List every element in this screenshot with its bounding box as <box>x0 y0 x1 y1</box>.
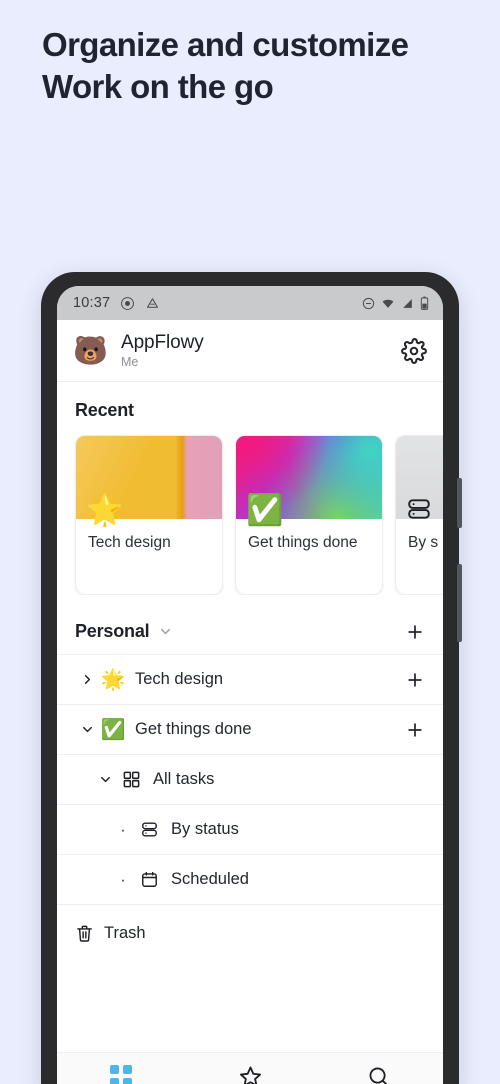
personal-section-header[interactable]: Personal <box>57 595 443 654</box>
battery-icon <box>420 296 429 310</box>
tree-item-label: Scheduled <box>171 870 249 888</box>
board-icon <box>406 496 432 522</box>
chevron-down-icon[interactable] <box>93 772 117 787</box>
app-title: AppFlowy <box>121 332 204 353</box>
status-bar-right <box>362 296 429 310</box>
grid-icon <box>110 1065 133 1084</box>
app-header: 🐻 AppFlowy Me <box>57 320 443 382</box>
add-subpage-button[interactable] <box>405 670 425 690</box>
search-icon <box>367 1065 390 1084</box>
calendar-icon <box>135 870 163 889</box>
nav-item-favorites[interactable] <box>186 1065 315 1084</box>
add-page-button[interactable] <box>405 622 425 642</box>
card-label: Get things done <box>248 534 358 551</box>
tree-item-label: By status <box>171 820 239 838</box>
status-bar-clock: 10:37 <box>73 295 111 311</box>
tree-item-all-tasks[interactable]: All tasks <box>57 755 443 805</box>
card-label: Tech design <box>88 534 171 551</box>
trash-icon <box>75 924 94 943</box>
app-subtitle: Me <box>121 355 139 369</box>
phone-screen: 10:37 🐻 AppFlowy Me Recent 🌟 Tech design… <box>57 286 443 1084</box>
headline-line-2: Work on the go <box>42 67 274 105</box>
phone-side-button-volume[interactable] <box>457 478 462 528</box>
avatar[interactable]: 🐻 <box>73 334 108 368</box>
personal-heading: Personal <box>75 621 150 641</box>
sidebar-item-trash[interactable]: Trash <box>57 905 443 961</box>
chevron-down-icon[interactable] <box>158 624 173 639</box>
tree-item-tech-design[interactable]: 🌟 Tech design <box>57 655 443 705</box>
signal-icon <box>401 297 414 310</box>
add-subpage-button[interactable] <box>405 720 425 740</box>
recent-heading: Recent <box>75 400 134 420</box>
recent-card-list[interactable]: 🌟 Tech design ✅ Get things done By s <box>57 421 443 595</box>
do-not-disturb-icon <box>362 297 375 310</box>
board-icon <box>135 820 163 839</box>
nav-item-search[interactable] <box>314 1065 443 1084</box>
status-bar: 10:37 <box>57 286 443 320</box>
recent-card-tech-design[interactable]: 🌟 Tech design <box>75 435 223 595</box>
chevron-down-icon[interactable] <box>75 722 99 737</box>
app-identity[interactable]: AppFlowy Me <box>121 332 204 369</box>
phone-side-button-power[interactable] <box>457 564 462 642</box>
tree-item-label: Get things done <box>135 720 252 738</box>
tree-item-by-status[interactable]: · By status <box>57 805 443 855</box>
chevron-right-icon[interactable] <box>75 672 99 687</box>
card-emoji: ✅ <box>246 494 284 527</box>
card-emoji: 🌟 <box>86 494 124 527</box>
page-root: Organize and customize Work on the go 10… <box>0 0 500 1084</box>
tree-item-scheduled[interactable]: · Scheduled <box>57 855 443 905</box>
bottom-navigation-bar <box>57 1052 443 1084</box>
page-tree: 🌟 Tech design ✅ Get things done All task… <box>57 654 443 905</box>
drive-icon <box>145 296 160 311</box>
trash-label: Trash <box>104 923 146 942</box>
tree-item-label: Tech design <box>135 670 224 688</box>
star-icon <box>239 1065 262 1084</box>
phone-mockup: 10:37 🐻 AppFlowy Me Recent 🌟 Tech design… <box>41 272 462 1084</box>
wifi-icon <box>381 297 395 310</box>
recent-section: Recent 🌟 Tech design ✅ Get things done B… <box>57 382 443 595</box>
gear-icon[interactable] <box>401 337 427 364</box>
status-bar-left: 10:37 <box>73 295 160 311</box>
tree-item-emoji: 🌟 <box>100 668 126 691</box>
recent-card-by-status[interactable]: By s <box>395 435 443 595</box>
screen-record-icon <box>120 296 135 311</box>
card-label: By s <box>408 534 439 551</box>
nav-item-home[interactable] <box>57 1065 186 1084</box>
recent-card-get-things-done[interactable]: ✅ Get things done <box>235 435 383 595</box>
headline-line-1: Organize and customize <box>42 26 409 63</box>
tree-item-label: All tasks <box>153 770 215 788</box>
bullet-dot: · <box>120 820 126 839</box>
bullet-dot: · <box>120 870 126 889</box>
tree-item-get-things-done[interactable]: ✅ Get things done <box>57 705 443 755</box>
page-title: Organize and customize Work on the go <box>42 24 472 107</box>
grid-icon <box>117 770 145 789</box>
tree-item-emoji: ✅ <box>100 718 126 741</box>
